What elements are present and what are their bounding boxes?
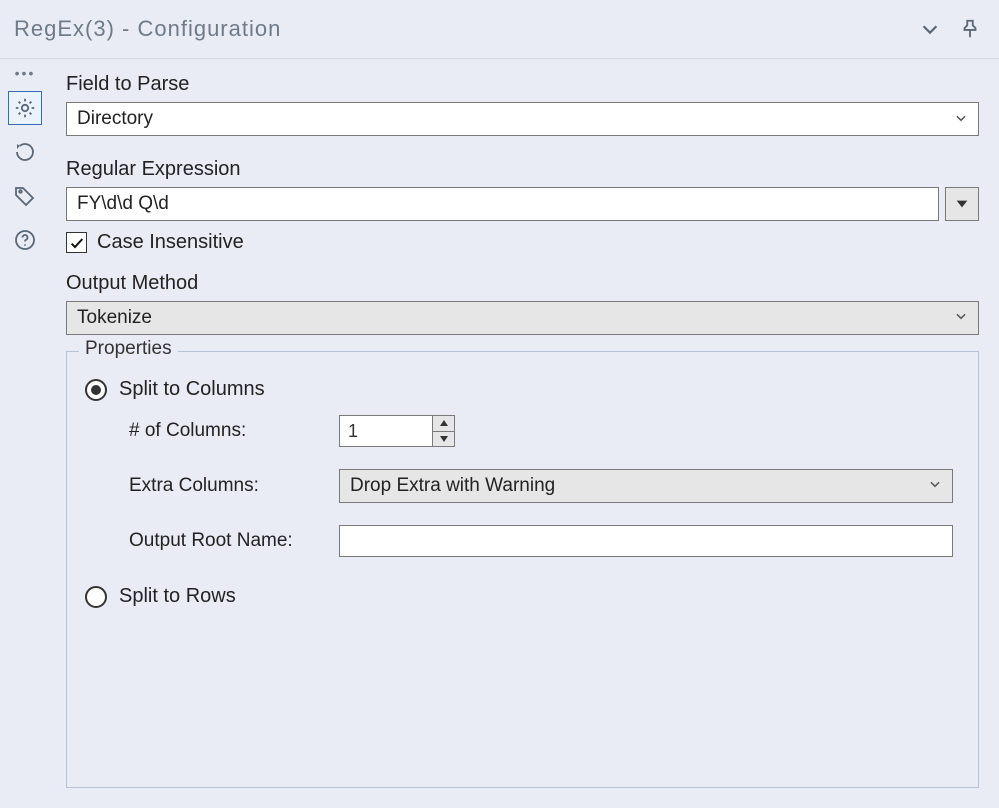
pin-icon[interactable] <box>959 18 981 40</box>
num-columns-value: 1 <box>340 416 432 446</box>
side-tab-column: ••• <box>0 59 50 808</box>
more-icon[interactable]: ••• <box>15 65 36 81</box>
spinner-up-button[interactable] <box>433 416 454 432</box>
regex-input[interactable]: FY\d\d Q\d <box>66 187 939 221</box>
output-method-label: Output Method <box>66 272 979 295</box>
output-method-dropdown[interactable]: Tokenize <box>66 301 979 335</box>
titlebar: RegEx(3) - Configuration <box>0 0 999 58</box>
split-to-rows-label: Split to Rows <box>119 585 236 608</box>
properties-group: Properties Split to Columns # of Columns… <box>66 351 979 788</box>
tag-icon <box>13 184 37 208</box>
field-to-parse-label: Field to Parse <box>66 73 979 96</box>
config-panel: RegEx(3) - Configuration ••• <box>0 0 999 808</box>
triangle-up-icon <box>439 419 449 427</box>
output-method-value: Tokenize <box>77 307 954 329</box>
triangle-down-icon <box>439 435 449 443</box>
tab-help[interactable] <box>8 223 42 257</box>
check-icon <box>69 235 85 251</box>
field-to-parse-value: Directory <box>77 108 954 130</box>
properties-legend: Properties <box>79 338 178 360</box>
regex-value: FY\d\d Q\d <box>77 193 169 215</box>
chevron-down-icon <box>954 111 968 128</box>
output-root-name-label: Output Root Name: <box>129 530 339 552</box>
refresh-arrow-icon <box>13 140 37 164</box>
split-to-columns-label: Split to Columns <box>119 378 265 401</box>
chevron-down-icon <box>954 307 968 329</box>
radio-icon <box>85 586 107 608</box>
tab-tag[interactable] <box>8 179 42 213</box>
case-insensitive-checkbox[interactable] <box>66 232 87 253</box>
tab-configuration[interactable] <box>8 91 42 125</box>
regex-label: Regular Expression <box>66 158 979 181</box>
field-to-parse-dropdown[interactable]: Directory <box>66 102 979 136</box>
chevron-down-icon <box>928 475 942 497</box>
extra-columns-value: Drop Extra with Warning <box>350 475 928 497</box>
gear-icon <box>13 96 37 120</box>
collapse-icon[interactable] <box>919 18 941 40</box>
regex-builder-button[interactable] <box>945 187 979 221</box>
num-columns-label: # of Columns: <box>129 420 339 442</box>
panel-title: RegEx(3) - Configuration <box>14 16 919 42</box>
case-insensitive-label: Case Insensitive <box>97 231 244 254</box>
spinner-down-button[interactable] <box>433 432 454 447</box>
split-to-columns-radio[interactable]: Split to Columns <box>85 378 960 401</box>
main-content: Field to Parse Directory Regular Express… <box>50 59 999 808</box>
num-columns-spinner[interactable]: 1 <box>339 415 455 447</box>
extra-columns-dropdown[interactable]: Drop Extra with Warning <box>339 469 953 503</box>
output-root-name-input[interactable] <box>339 525 953 557</box>
triangle-down-icon <box>954 196 970 212</box>
help-icon <box>13 228 37 252</box>
radio-icon <box>85 379 107 401</box>
split-to-rows-radio[interactable]: Split to Rows <box>85 585 960 608</box>
extra-columns-label: Extra Columns: <box>129 475 339 497</box>
tab-xml-annotation[interactable] <box>8 135 42 169</box>
